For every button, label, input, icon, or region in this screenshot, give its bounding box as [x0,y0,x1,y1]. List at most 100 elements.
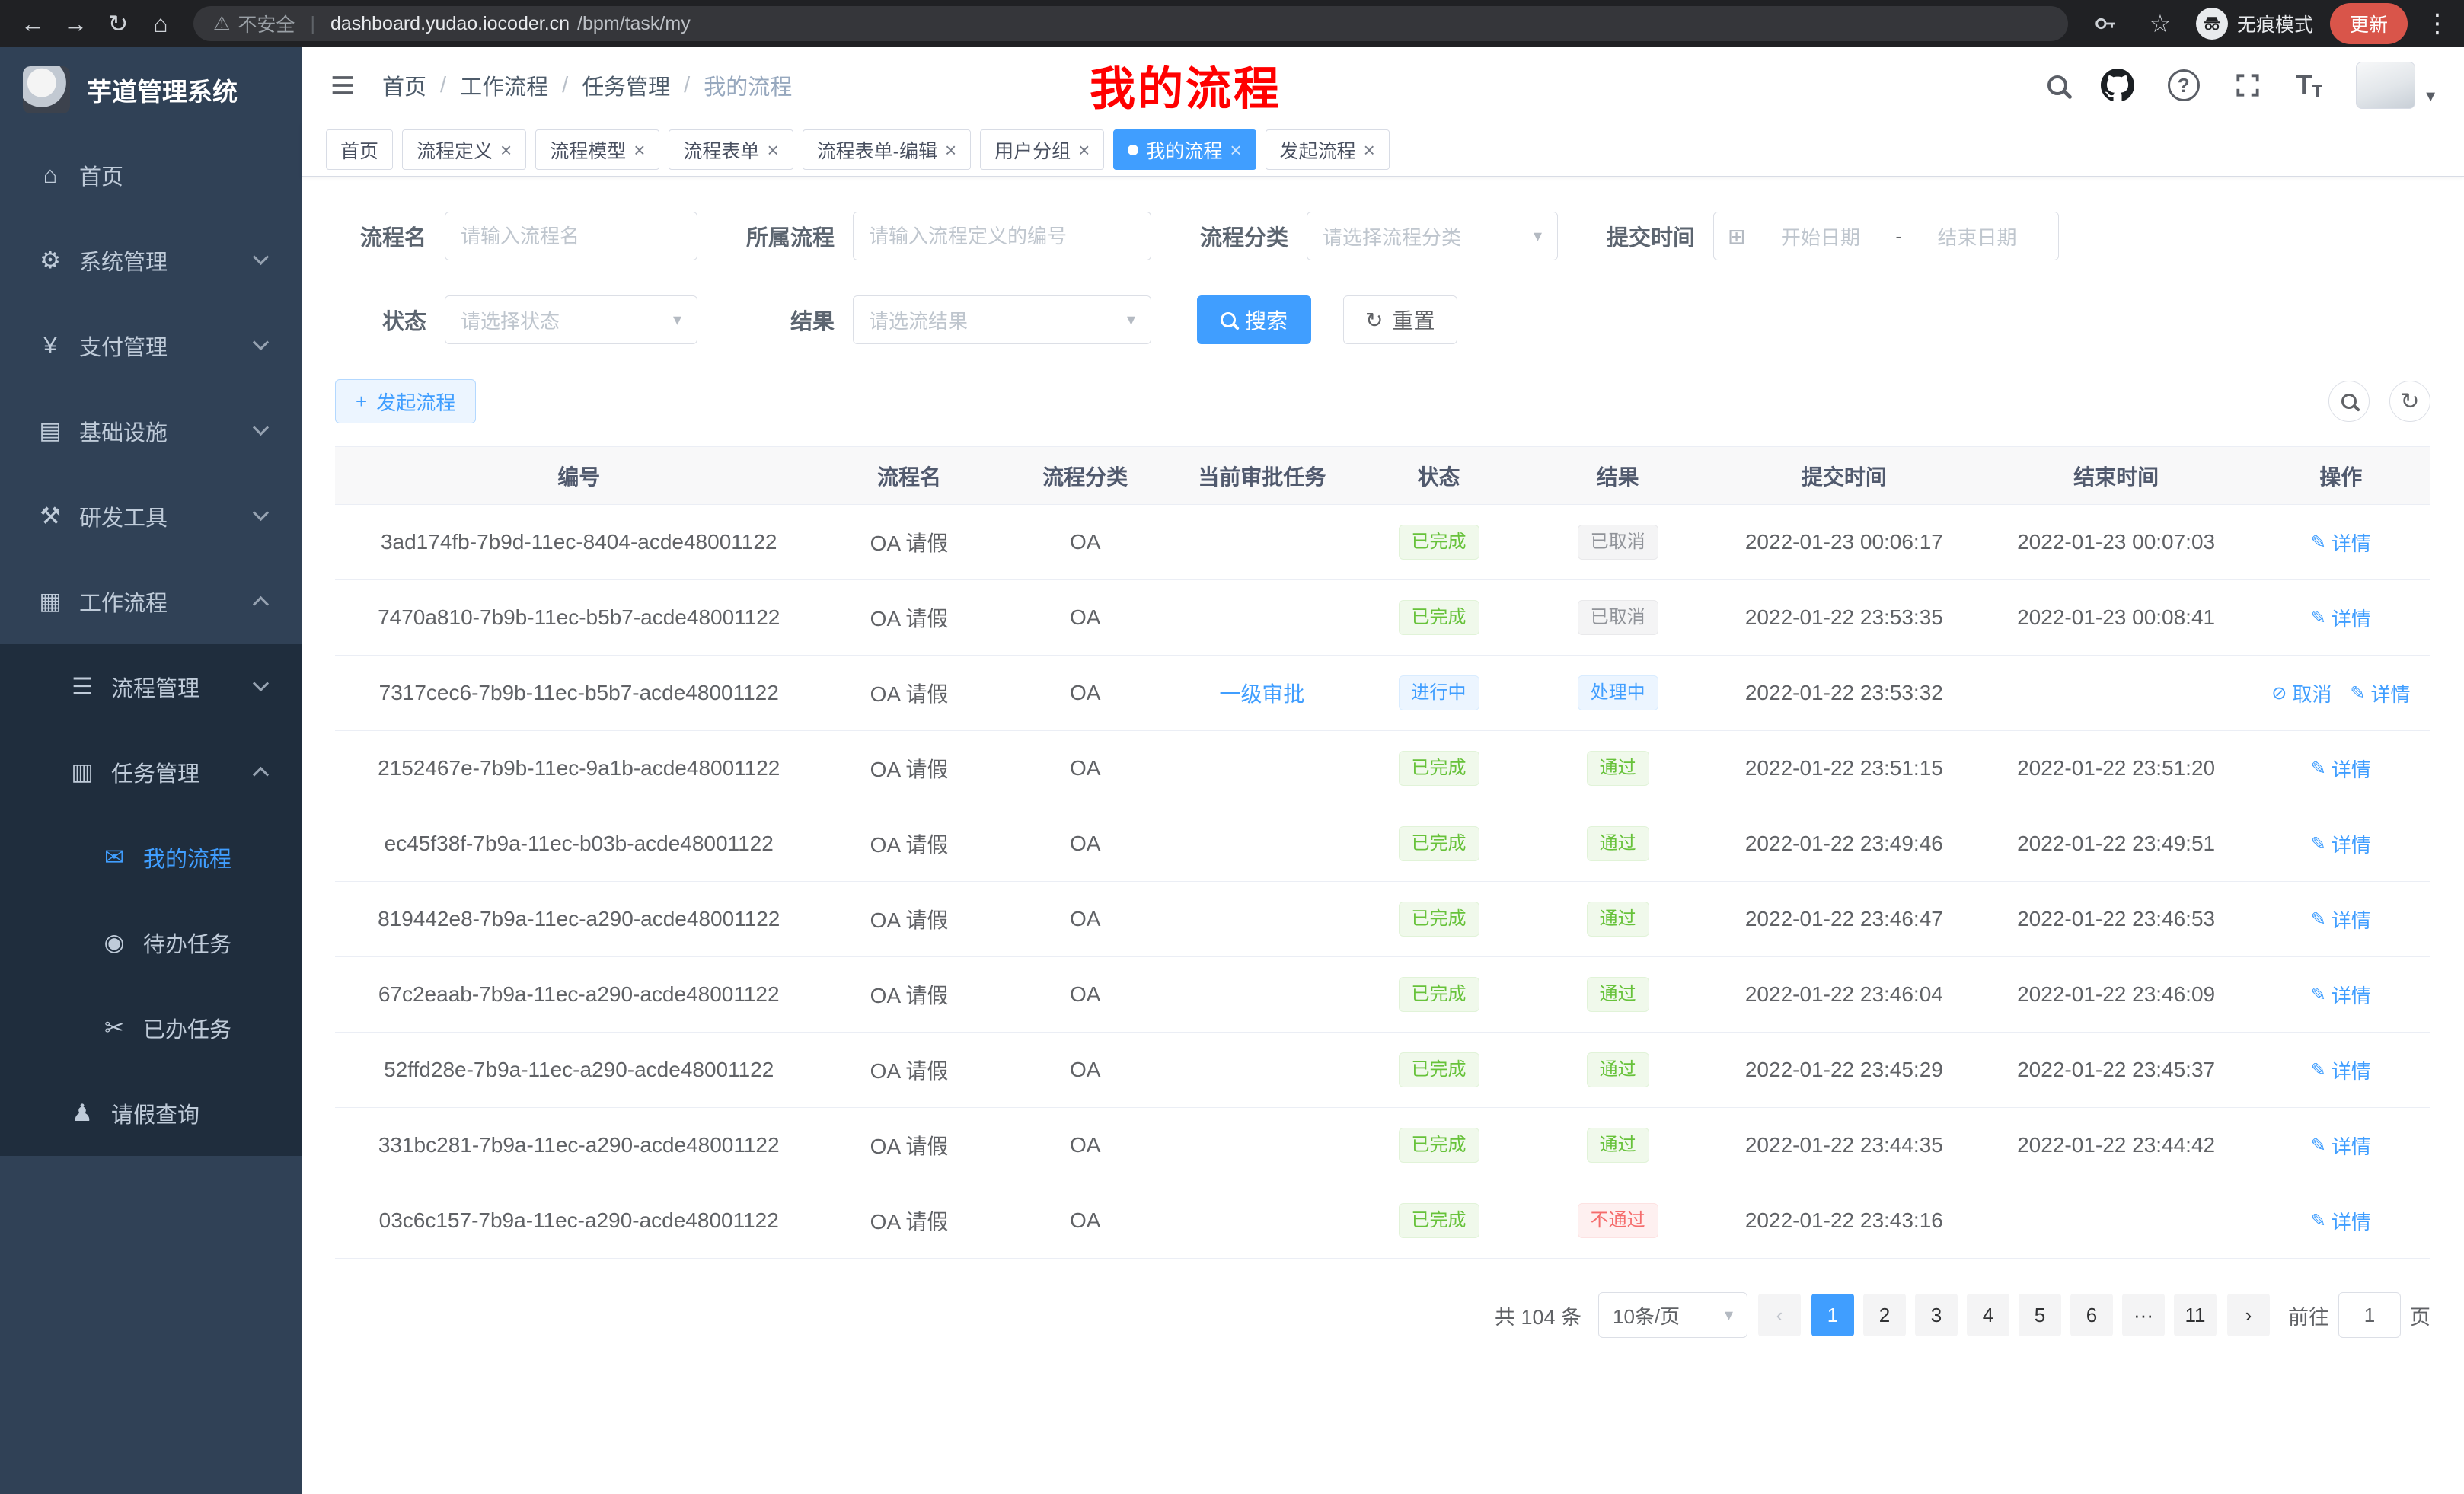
close-icon[interactable]: × [767,140,778,160]
result-label: 结果 [728,304,835,336]
breadcrumb-item[interactable]: 首页 [382,69,426,101]
prev-page-button[interactable]: ‹ [1758,1294,1801,1336]
sidebar-item-home[interactable]: ⌂首页 [0,132,302,218]
pager-page-11[interactable]: 11 [2174,1294,2217,1336]
sidebar-item-infrastructure[interactable]: ▤基础设施 [0,388,302,474]
tab-my-process[interactable]: 我的流程× [1113,129,1256,170]
table-row: 67c2eaab-7b9a-11ec-a290-acde48001122OA 请… [335,957,2430,1033]
sidebar-item-payment[interactable]: ¥支付管理 [0,303,302,388]
detail-link[interactable]: ✎详情 [2311,755,2371,783]
detail-link[interactable]: ✎详情 [2311,528,2371,557]
next-page-button[interactable]: › [2227,1294,2270,1336]
row-end-time-cell: 2022-01-22 23:45:37 [1980,1033,2251,1108]
close-icon[interactable]: × [634,140,645,160]
search-button[interactable]: 搜索 [1197,295,1311,344]
bookmark-star-icon[interactable]: ☆ [2141,5,2179,43]
close-icon[interactable]: × [1230,140,1241,160]
pager-page-5[interactable]: 5 [2019,1294,2061,1336]
reset-button[interactable]: ↻ 重置 [1343,295,1457,344]
row-name-cell: OA 请假 [822,1033,995,1108]
detail-link[interactable]: ✎详情 [2311,1056,2371,1084]
detail-link[interactable]: ✎详情 [2311,1207,2371,1235]
back-button[interactable]: ← [14,5,52,43]
cancel-link[interactable]: ⊘取消 [2271,679,2332,707]
result-select[interactable]: 请选流结果 ▾ [853,295,1151,344]
action-label: 详情 [2370,679,2410,707]
sidebar-toggle-icon[interactable] [327,70,358,101]
address-bar[interactable]: ⚠ 不安全 | dashboard.yudao.iocoder.cn/bpm/t… [193,6,2068,41]
detail-link[interactable]: ✎详情 [2311,1132,2371,1160]
key-icon[interactable] [2086,5,2124,43]
result-tag: 已取消 [1578,600,1658,635]
breadcrumb-item[interactable]: 工作流程 [460,69,548,101]
close-icon[interactable]: × [1078,140,1090,160]
browser-menu-icon[interactable]: ⋮ [2424,8,2450,39]
sidebar-item-todo-tasks[interactable]: ◉待办任务 [0,900,302,985]
forward-button[interactable]: → [56,5,94,43]
table-row: 3ad174fb-7b9d-11ec-8404-acde48001122OA 请… [335,505,2430,580]
parent-process-input[interactable] [853,212,1151,260]
close-icon[interactable]: × [500,140,512,160]
close-icon[interactable]: × [945,140,956,160]
toolbar-right: ↻ [2328,381,2430,422]
page-size-select[interactable]: 10条/页 ▾ [1598,1292,1747,1338]
incognito-label: 无痕模式 [2237,10,2313,37]
pager-ellipsis[interactable]: ··· [2122,1294,2165,1336]
row-submit-time-cell: 2022-01-22 23:46:04 [1707,957,1980,1033]
search-icon[interactable] [2047,75,2067,95]
refresh-table-button[interactable]: ↻ [2389,381,2430,422]
breadcrumb-item[interactable]: 任务管理 [582,69,670,101]
detail-link[interactable]: ✎详情 [2311,830,2371,858]
avatar [2356,62,2415,109]
end-date-input[interactable]: 结束日期 [1910,222,2044,251]
process-name-input[interactable] [445,212,697,260]
sidebar-item-task-manage[interactable]: ▥任务管理 [0,729,302,815]
goto-page-input[interactable] [2338,1292,2401,1338]
detail-link[interactable]: ✎详情 [2311,604,2371,632]
tab-start-process[interactable]: 发起流程× [1266,129,1390,170]
fullscreen-icon[interactable] [2233,71,2262,100]
sidebar-item-done-tasks[interactable]: ✂已办任务 [0,985,302,1071]
current-task-link[interactable]: 一级审批 [1219,682,1304,706]
tab-process-model[interactable]: 流程模型× [535,129,659,170]
pager-page-2[interactable]: 2 [1863,1294,1906,1336]
update-button[interactable]: 更新 [2330,3,2408,44]
sidebar-item-label: 请假查询 [111,1097,199,1129]
status-select[interactable]: 请选择状态 ▾ [445,295,697,344]
detail-link[interactable]: ✎详情 [2311,905,2371,934]
pager-page-6[interactable]: 6 [2070,1294,2113,1336]
category-select[interactable]: 请选择流程分类 ▾ [1307,212,1558,260]
sidebar-item-workflow[interactable]: ▦工作流程 [0,559,302,644]
tab-process-definition[interactable]: 流程定义× [402,129,526,170]
start-date-input[interactable]: 开始日期 [1753,222,1888,251]
reload-button[interactable]: ↻ [99,5,137,43]
tab-process-form-edit[interactable]: 流程表单-编辑× [803,129,972,170]
help-icon[interactable]: ? [2168,69,2200,101]
font-size-icon[interactable]: TT [2296,69,2322,101]
chevron-down-icon [253,334,269,350]
toggle-search-button[interactable] [2328,381,2370,422]
sidebar-item-label: 首页 [79,159,123,191]
sidebar-item-leave-query[interactable]: ♟请假查询 [0,1071,302,1156]
github-icon[interactable] [2101,69,2134,102]
pager-page-1[interactable]: 1 [1811,1294,1854,1336]
sidebar-item-system[interactable]: ⚙系统管理 [0,218,302,303]
sidebar-item-devtools[interactable]: ⚒研发工具 [0,474,302,559]
detail-link[interactable]: ✎详情 [2311,981,2371,1009]
sidebar-item-my-process[interactable]: ✉我的流程 [0,815,302,900]
sidebar-item-label: 系统管理 [79,244,168,276]
action-label: 详情 [2332,1132,2371,1160]
close-icon[interactable]: × [1364,140,1375,160]
detail-link[interactable]: ✎详情 [2350,679,2410,707]
tab-process-form[interactable]: 流程表单× [669,129,793,170]
pager-page-4[interactable]: 4 [1967,1294,2009,1336]
tab-home[interactable]: 首页 [326,129,393,170]
sidebar-item-process-manage[interactable]: ☰流程管理 [0,644,302,729]
tab-user-group[interactable]: 用户分组× [980,129,1104,170]
pager-page-3[interactable]: 3 [1915,1294,1958,1336]
breadcrumb-separator: / [684,73,690,98]
user-menu[interactable]: ▼ [2356,62,2438,109]
home-button[interactable]: ⌂ [142,5,180,43]
create-process-button[interactable]: + 发起流程 [335,379,476,423]
submit-time-range[interactable]: ⊞ 开始日期 - 结束日期 [1713,212,2059,260]
